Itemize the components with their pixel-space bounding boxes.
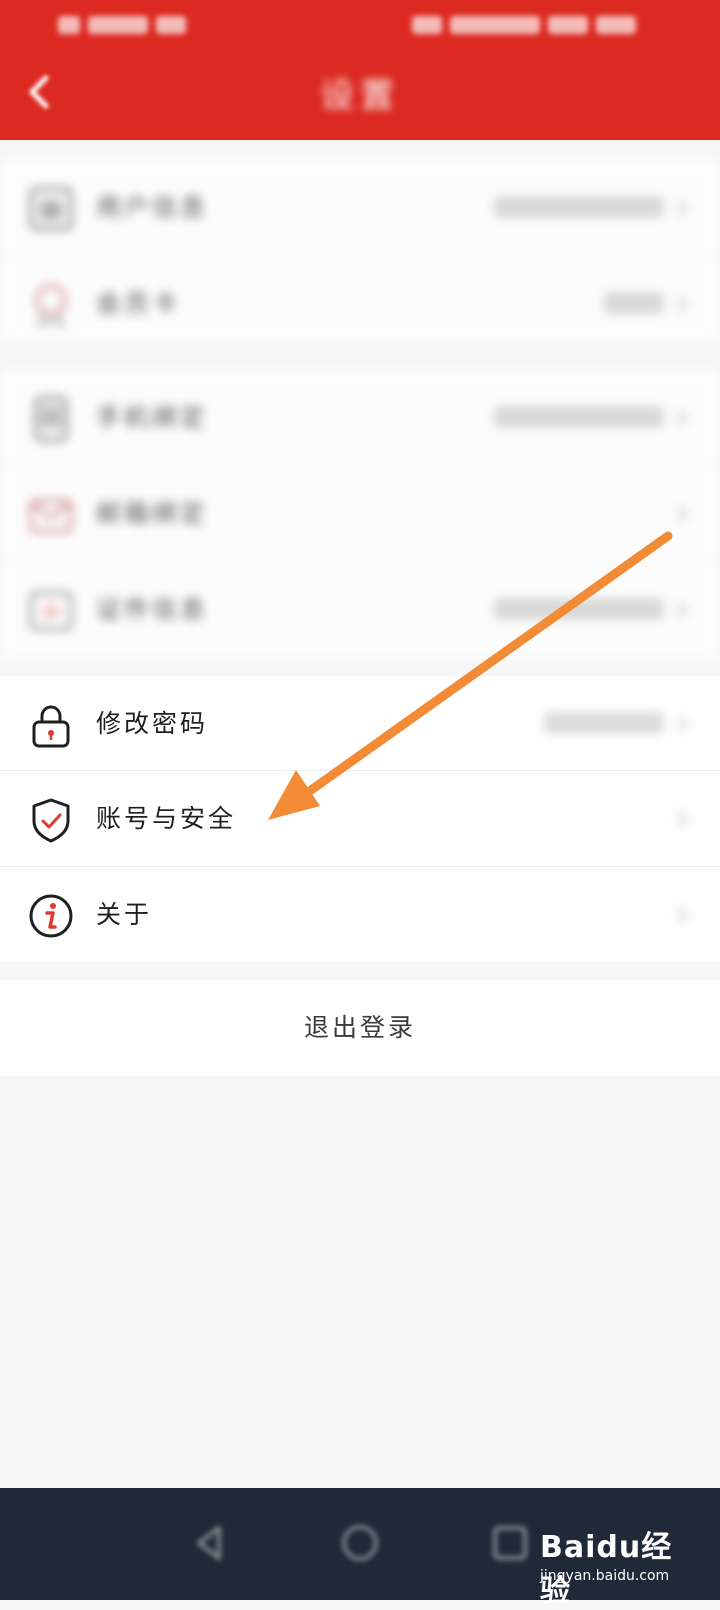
settings-row-id-info[interactable]: 证件信息 bbox=[0, 562, 720, 658]
chevron-right-icon bbox=[677, 906, 690, 924]
phone-icon bbox=[34, 396, 68, 442]
settings-row-value bbox=[604, 292, 664, 314]
chevron-right-icon bbox=[677, 715, 690, 733]
chevron-right-icon bbox=[677, 810, 690, 828]
settings-row-label: 关于 bbox=[96, 900, 153, 929]
settings-row-account-security[interactable]: 账号与安全 bbox=[0, 771, 720, 867]
status-bar-left bbox=[58, 14, 198, 36]
mail-icon bbox=[29, 499, 73, 533]
settings-group-1: 用户信息 会员卡 bbox=[0, 160, 720, 340]
settings-row-label: 会员卡 bbox=[96, 289, 181, 318]
lock-icon bbox=[32, 705, 70, 748]
baidu-jingyan-watermark: Baidu经验 jingyan.baidu.com bbox=[540, 1518, 700, 1609]
info-icon bbox=[29, 894, 73, 938]
settings-row-user-info[interactable]: 用户信息 bbox=[0, 160, 720, 256]
settings-row-label: 证件信息 bbox=[96, 595, 209, 624]
user-card-icon bbox=[29, 187, 73, 231]
settings-row-value bbox=[494, 196, 664, 218]
status-bar-right bbox=[412, 14, 662, 36]
watermark-brand: Baidu经验 bbox=[540, 1530, 673, 1609]
chevron-right-icon bbox=[677, 409, 690, 427]
nav-home-icon[interactable] bbox=[335, 1518, 385, 1568]
settings-row-label: 账号与安全 bbox=[96, 804, 237, 833]
settings-row-label: 手机绑定 bbox=[96, 403, 209, 432]
nav-back-icon[interactable] bbox=[185, 1518, 235, 1568]
chevron-right-icon bbox=[677, 295, 690, 313]
watermark-url: jingyan.baidu.com bbox=[540, 1568, 670, 1584]
settings-row-email[interactable]: 邮箱绑定 bbox=[0, 466, 720, 562]
settings-row-about[interactable]: 关于 bbox=[0, 867, 720, 963]
page-title: 设置 bbox=[320, 76, 400, 116]
settings-row-value bbox=[494, 598, 664, 620]
settings-group-2: 手机绑定 邮箱绑定 证件信息 bbox=[0, 370, 720, 658]
chevron-right-icon bbox=[677, 601, 690, 619]
status-bar bbox=[0, 0, 720, 50]
settings-row-membership[interactable]: 会员卡 bbox=[0, 256, 720, 352]
settings-row-label: 邮箱绑定 bbox=[96, 499, 209, 528]
chevron-right-icon bbox=[677, 505, 690, 523]
badge-icon bbox=[35, 284, 67, 328]
settings-row-change-password[interactable]: 修改密码 bbox=[0, 676, 720, 772]
chevron-right-icon bbox=[677, 199, 690, 217]
settings-row-value bbox=[494, 406, 664, 428]
settings-group-3: 修改密码 账号与安全 关于 bbox=[0, 676, 720, 962]
id-card-icon bbox=[29, 591, 73, 631]
settings-row-phone[interactable]: 手机绑定 bbox=[0, 370, 720, 466]
settings-row-value bbox=[544, 712, 664, 734]
logout-button[interactable]: 退出登录 bbox=[0, 980, 720, 1076]
shield-check-icon bbox=[32, 798, 70, 843]
nav-recents-icon[interactable] bbox=[485, 1518, 535, 1568]
settings-row-label: 修改密码 bbox=[96, 709, 209, 738]
logout-label: 退出登录 bbox=[303, 1013, 416, 1042]
settings-row-label: 用户信息 bbox=[96, 193, 209, 222]
top-app-bar: 设置 bbox=[0, 0, 720, 140]
